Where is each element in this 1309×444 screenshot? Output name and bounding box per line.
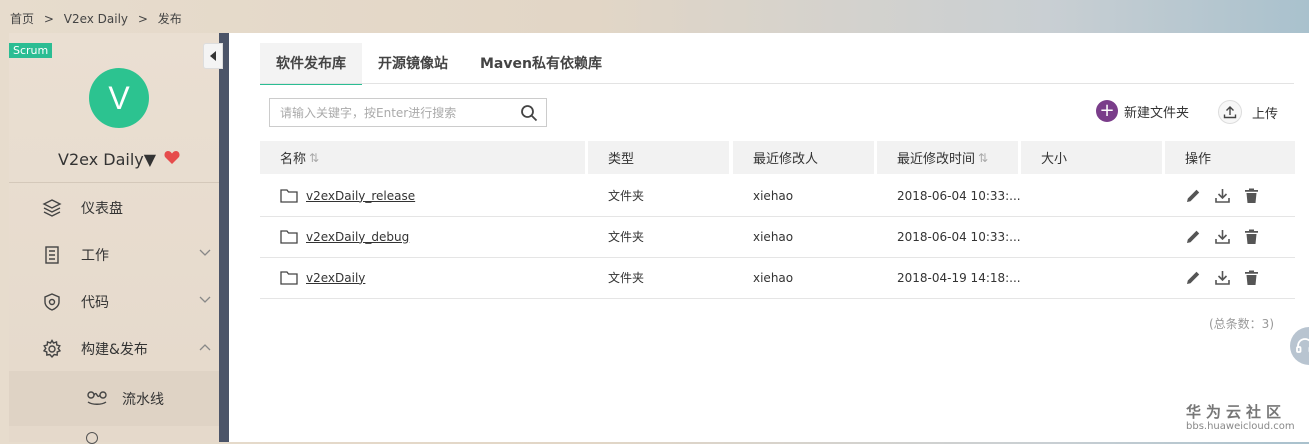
watermark-title: 华为云社区 bbox=[1186, 403, 1287, 421]
scrum-badge: Scrum bbox=[9, 43, 53, 58]
chevron-down-icon bbox=[199, 296, 211, 303]
top-bar: 首页 > V2ex Daily > 发布 bbox=[0, 0, 1309, 33]
gear-icon bbox=[42, 339, 62, 359]
chevron-up-icon bbox=[199, 344, 211, 351]
download-icon[interactable] bbox=[1214, 269, 1231, 286]
download-icon[interactable] bbox=[1214, 228, 1231, 245]
total-count: (总条数：3) bbox=[1209, 317, 1274, 331]
file-name-link[interactable]: v2exDaily_release bbox=[306, 189, 415, 203]
favorite-heart-icon[interactable] bbox=[164, 150, 180, 169]
shield-code-icon bbox=[44, 293, 60, 311]
sidebar-subitem-pipeline[interactable]: 流水线 bbox=[9, 371, 219, 426]
upload-icon bbox=[1218, 100, 1242, 124]
column-header-label: 大小 bbox=[1041, 152, 1068, 167]
file-modifier: xiehao bbox=[753, 229, 794, 244]
file-modified-time: 2018-06-04 10:33:... bbox=[897, 229, 1021, 244]
edit-pencil-icon[interactable] bbox=[1185, 228, 1202, 245]
file-name-link[interactable]: v2exDaily bbox=[306, 271, 365, 285]
file-type: 文件夹 bbox=[608, 189, 645, 203]
sidebar-scrollbar[interactable] bbox=[219, 33, 229, 442]
column-header-name[interactable]: 名称 ⇅ bbox=[260, 141, 585, 174]
breadcrumb-project[interactable]: V2ex Daily bbox=[64, 12, 128, 26]
chevron-down-icon bbox=[199, 249, 211, 256]
layers-icon bbox=[42, 199, 62, 217]
file-modified-time: 2018-06-04 10:33:... bbox=[897, 188, 1021, 203]
row-actions bbox=[1185, 228, 1260, 245]
sidebar-item-label: 代码 bbox=[81, 294, 109, 311]
file-name-link[interactable]: v2exDaily_debug bbox=[306, 230, 409, 244]
breadcrumb-current: 发布 bbox=[157, 12, 182, 26]
folder-icon bbox=[280, 230, 298, 244]
row-actions bbox=[1185, 187, 1260, 204]
tab-software-release-repo[interactable]: 软件发布库 bbox=[260, 43, 362, 85]
column-header-label: 类型 bbox=[608, 152, 635, 167]
document-list-icon bbox=[45, 246, 59, 264]
upload-label: 上传 bbox=[1252, 106, 1279, 122]
tab-divider bbox=[260, 83, 1294, 84]
column-header-label: 操作 bbox=[1185, 152, 1212, 167]
sidebar-item-build-release[interactable]: 构建&发布 bbox=[9, 325, 219, 372]
table-header: 名称 ⇅ 类型 最近修改人 最近修改时间 ⇅ 大小 操作 bbox=[260, 141, 1295, 174]
plus-icon: + bbox=[1096, 100, 1118, 122]
column-header-modified-time[interactable]: 最近修改时间 ⇅ bbox=[877, 141, 1018, 174]
file-type: 文件夹 bbox=[608, 230, 645, 244]
sidebar-item-label: 流水线 bbox=[122, 392, 164, 408]
column-header-label: 最近修改时间 bbox=[897, 152, 976, 167]
table-row: v2exDaily_debug 文件夹 xiehao 2018-06-04 10… bbox=[260, 216, 1295, 258]
folder-icon bbox=[280, 189, 298, 203]
main-panel: 软件发布库 开源镜像站 Maven私有依赖库 + 新建文件夹 上传 名称⇅ 类型… bbox=[229, 33, 1309, 442]
column-header-label: 名称 bbox=[280, 152, 307, 167]
file-type: 文件夹 bbox=[608, 271, 645, 285]
sidebar-item-label: 构建&发布 bbox=[81, 341, 148, 358]
next-subitem-icon bbox=[86, 432, 98, 444]
sort-icon[interactable]: ⇅ bbox=[978, 151, 988, 165]
sidebar-item-dashboard[interactable]: 仪表盘 bbox=[9, 184, 219, 231]
breadcrumb: 首页 > V2ex Daily > 发布 bbox=[10, 10, 188, 27]
sidebar-item-label: 工作 bbox=[81, 247, 109, 264]
search-input[interactable] bbox=[270, 99, 530, 126]
file-modifier: xiehao bbox=[753, 188, 794, 203]
file-modified-time: 2018-04-19 14:18:... bbox=[897, 270, 1021, 285]
search-icon[interactable] bbox=[520, 104, 538, 122]
caret-left-icon bbox=[210, 51, 216, 61]
delete-trash-icon[interactable] bbox=[1243, 269, 1260, 286]
column-header-type: 类型 bbox=[588, 141, 729, 174]
pipeline-icon bbox=[87, 391, 107, 405]
column-header-modifier: 最近修改人 bbox=[733, 141, 874, 174]
floating-help-button[interactable] bbox=[1290, 327, 1309, 365]
tab-maven-private-repo[interactable]: Maven私有依赖库 bbox=[464, 43, 618, 83]
table-row: v2exDaily 文件夹 xiehao 2018-04-19 14:18:..… bbox=[260, 257, 1295, 299]
folder-icon bbox=[280, 271, 298, 285]
sidebar-collapse-button[interactable] bbox=[203, 43, 223, 69]
column-header-actions: 操作 bbox=[1165, 141, 1295, 174]
file-modifier: xiehao bbox=[753, 270, 794, 285]
row-actions bbox=[1185, 269, 1260, 286]
watermark-url: bbs.huaweicloud.com bbox=[1186, 421, 1295, 432]
delete-trash-icon[interactable] bbox=[1243, 187, 1260, 204]
sidebar-item-label: 仪表盘 bbox=[81, 200, 123, 217]
tab-bar: 软件发布库 开源镜像站 Maven私有依赖库 bbox=[260, 43, 618, 85]
breadcrumb-home[interactable]: 首页 bbox=[10, 12, 34, 26]
sidebar-divider bbox=[9, 182, 219, 183]
upload-button[interactable]: 上传 bbox=[1218, 100, 1278, 124]
column-header-label: 最近修改人 bbox=[753, 152, 819, 167]
edit-pencil-icon[interactable] bbox=[1185, 187, 1202, 204]
sidebar-item-work[interactable]: 工作 bbox=[9, 231, 219, 278]
delete-trash-icon[interactable] bbox=[1243, 228, 1260, 245]
new-folder-label: 新建文件夹 bbox=[1124, 105, 1190, 121]
download-icon[interactable] bbox=[1214, 187, 1231, 204]
project-switcher[interactable]: V2ex Daily▼ bbox=[58, 150, 156, 169]
tab-open-source-mirror[interactable]: 开源镜像站 bbox=[362, 43, 464, 83]
column-header-size: 大小 bbox=[1021, 141, 1162, 174]
sidebar-item-code[interactable]: 代码 bbox=[9, 278, 219, 325]
sort-icon[interactable]: ⇅ bbox=[309, 151, 319, 165]
project-avatar[interactable]: V bbox=[89, 68, 149, 128]
breadcrumb-separator: > bbox=[137, 12, 148, 26]
edit-pencil-icon[interactable] bbox=[1185, 269, 1202, 286]
new-folder-button[interactable]: + 新建文件夹 bbox=[1096, 100, 1189, 122]
breadcrumb-separator: > bbox=[43, 12, 54, 26]
search-box bbox=[269, 98, 547, 127]
table-row: v2exDaily_release 文件夹 xiehao 2018-06-04 … bbox=[260, 175, 1295, 217]
headset-icon bbox=[1296, 338, 1309, 353]
